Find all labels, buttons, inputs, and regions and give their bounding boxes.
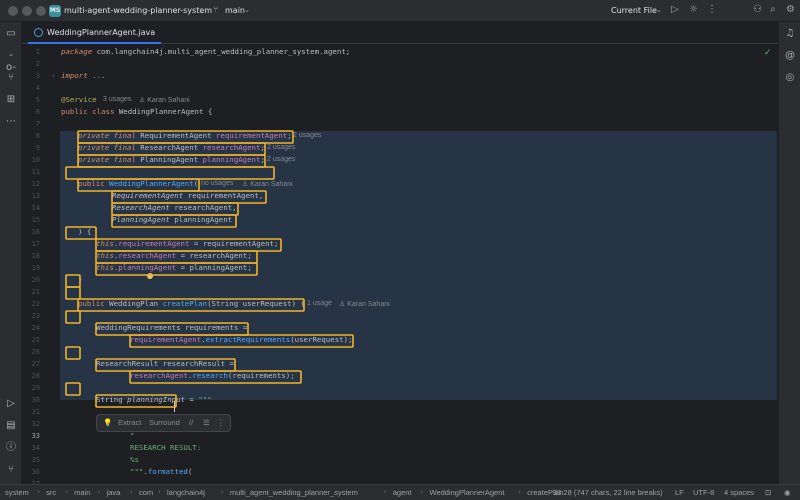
highlight-box xyxy=(111,214,237,228)
window-minimize-button[interactable] xyxy=(22,6,32,16)
file-encoding[interactable]: UTF-8 xyxy=(693,488,714,497)
window-zoom-button[interactable] xyxy=(36,6,46,16)
lightbulb-icon[interactable]: 💡 xyxy=(103,418,112,427)
notifications-icon[interactable]: ♫ xyxy=(784,28,796,40)
breadcrumb-item[interactable]: main xyxy=(74,488,90,497)
problems-icon[interactable]: ⓘ xyxy=(5,442,17,454)
comment-icon[interactable]: // xyxy=(189,418,193,427)
line-separator[interactable]: LF xyxy=(675,488,684,497)
window-close-button[interactable] xyxy=(8,6,18,16)
run-icon[interactable]: ▷ xyxy=(671,4,679,15)
breadcrumb-item[interactable]: com xyxy=(139,488,153,497)
search-icon[interactable]: ⌕ xyxy=(770,4,776,15)
git-icon[interactable]: ⑂ xyxy=(5,464,17,476)
highlight-box xyxy=(111,190,267,204)
highlight-box xyxy=(77,142,266,156)
highlight-box xyxy=(65,346,81,360)
highlight-box xyxy=(77,154,266,168)
highlight-box xyxy=(95,250,258,264)
highlight-box xyxy=(129,334,354,348)
chevron-right-icon: › xyxy=(65,488,68,496)
status-bar: system › src › main › java › com › langchain4j › mul… xyxy=(0,484,800,500)
commit-icon[interactable]: -o- xyxy=(5,50,17,73)
chevron-right-icon: › xyxy=(518,488,521,496)
branch-selector[interactable]: main xyxy=(225,6,245,15)
notifications-bell-icon[interactable]: ◉ xyxy=(784,488,791,497)
chevron-down-icon[interactable]: ⌄ xyxy=(656,6,662,14)
breadcrumb-item[interactable]: src xyxy=(46,488,56,497)
breadcrumb-item[interactable]: multi_agent_wedding_planner_system xyxy=(230,488,358,497)
run-panel-icon[interactable]: ▷ xyxy=(5,398,17,410)
highlight-box xyxy=(77,298,305,312)
terminal-icon[interactable]: ▤ xyxy=(5,420,17,432)
format-icon[interactable]: ☰ xyxy=(203,418,210,427)
highlight-box xyxy=(95,262,258,276)
extract-button[interactable]: Extract xyxy=(118,418,141,427)
breadcrumb-item[interactable]: agent xyxy=(393,488,412,497)
run-config-selector[interactable]: Current File xyxy=(611,6,657,15)
right-tool-bar: ♫ @ ◎ xyxy=(778,22,800,484)
highlight-box xyxy=(77,130,294,144)
indent-setting[interactable]: 4 spaces xyxy=(724,488,754,497)
left-tool-bar: ▭ -o- ⑂ ⊞ ⋯ ▷ ▤ ⓘ ⑂ xyxy=(0,22,22,484)
highlight-box xyxy=(95,322,249,336)
copilot-icon[interactable]: ◎ xyxy=(784,72,796,84)
chevron-right-icon: › xyxy=(420,488,424,496)
chevron-right-icon: › xyxy=(158,488,161,496)
intention-popup: 💡 Extract Surround // ☰ ⋮ xyxy=(96,414,231,432)
highlight-box xyxy=(77,178,200,192)
plugins-icon[interactable]: ⊞ xyxy=(5,94,17,106)
chevron-right-icon: › xyxy=(220,488,224,496)
editor-tab-bar: WeddingPlannerAgent.java xyxy=(22,22,778,44)
chevron-right-icon: › xyxy=(383,488,387,496)
breadcrumb-item[interactable]: java xyxy=(107,488,121,497)
highlight-box xyxy=(65,226,97,240)
breadcrumb-item[interactable]: system xyxy=(5,488,29,497)
tab-weddingplanneragent[interactable]: WeddingPlannerAgent.java xyxy=(28,22,162,44)
chevron-down-icon[interactable]: ⌄ xyxy=(244,6,250,14)
add-user-icon[interactable]: ⚇ xyxy=(753,4,762,15)
lock-icon[interactable]: ⊡ xyxy=(765,488,771,497)
chevron-right-icon: › xyxy=(97,488,101,496)
more-tools-icon[interactable]: ⋯ xyxy=(5,116,17,128)
highlight-box xyxy=(95,358,236,372)
more-icon[interactable]: ⋮ xyxy=(217,418,225,427)
settings-icon[interactable]: ⚙ xyxy=(786,4,795,15)
caret-position[interactable]: 33:28 (747 chars, 22 line breaks) xyxy=(553,488,663,497)
highlight-box xyxy=(95,238,282,252)
highlight-box xyxy=(65,286,81,300)
breadcrumb-item[interactable]: WeddingPlannerAgent xyxy=(430,488,505,497)
git-branch-icon[interactable]: ⑂ xyxy=(213,5,218,15)
highlight-box xyxy=(65,166,275,180)
pull-request-icon[interactable]: ⑂ xyxy=(5,72,17,84)
highlight-box xyxy=(65,382,81,396)
highlight-box xyxy=(65,310,81,324)
project-name[interactable]: multi-agent-wedding-planner-system xyxy=(64,6,212,15)
project-badge[interactable]: MS xyxy=(49,5,61,17)
chevron-down-icon[interactable]: ⌄ xyxy=(198,6,204,14)
highlight-box xyxy=(129,370,302,384)
title-bar: MS multi-agent-wedding-planner-system ⌄ … xyxy=(0,0,800,22)
surround-button[interactable]: Surround xyxy=(149,418,180,427)
folder-icon[interactable]: ▭ xyxy=(5,28,17,40)
breadcrumb-item[interactable]: langchain4j xyxy=(167,488,205,497)
more-icon[interactable]: ⋮ xyxy=(707,4,717,15)
highlight-box xyxy=(95,394,177,408)
highlight-box xyxy=(111,202,239,216)
chevron-right-icon: › xyxy=(37,488,40,496)
debug-icon[interactable]: ☼ xyxy=(689,4,698,15)
chevron-right-icon: › xyxy=(129,488,133,496)
ai-assistant-icon[interactable]: @ xyxy=(784,50,796,62)
tab-label: WeddingPlannerAgent.java xyxy=(47,27,156,37)
highlight-box xyxy=(65,274,81,288)
java-class-icon xyxy=(34,27,43,37)
